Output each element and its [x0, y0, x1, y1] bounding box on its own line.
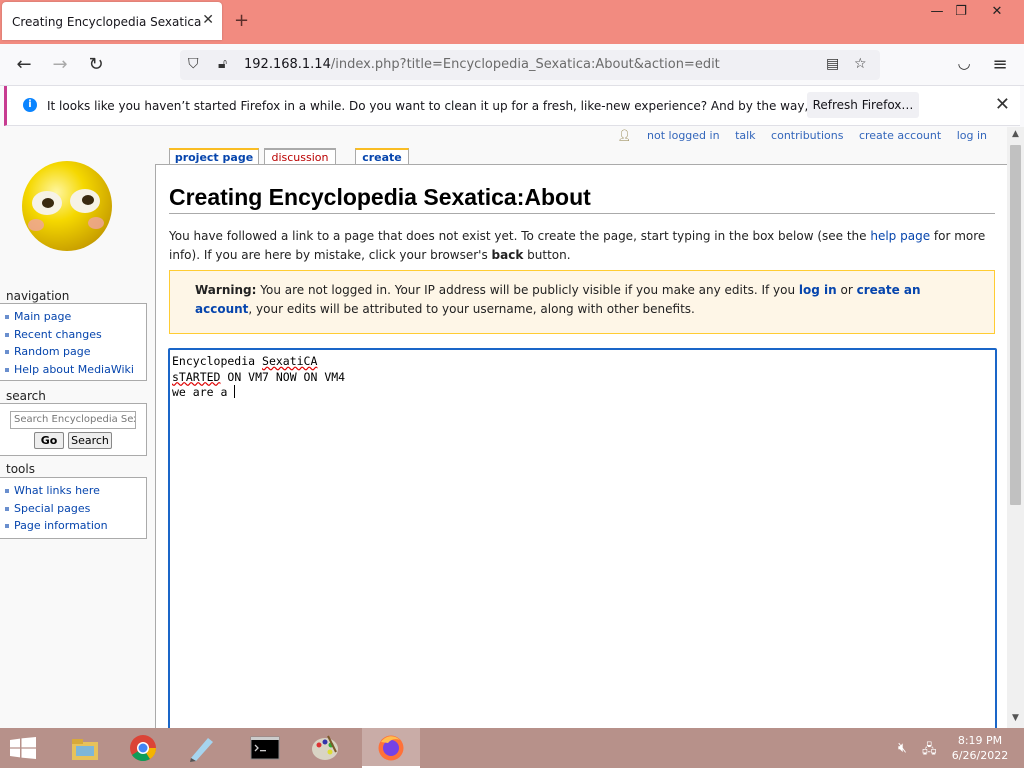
pocket-icon[interactable]: ◡: [952, 54, 976, 72]
volume-muted-icon[interactable]: 🔇︎: [898, 740, 907, 756]
log-in-link[interactable]: log in: [799, 283, 837, 297]
folder-icon: [72, 739, 98, 760]
help-page-link[interactable]: help page: [870, 229, 930, 243]
windows-logo-icon: [10, 737, 36, 759]
system-clock[interactable]: 8:19 PM 6/26/2022: [940, 733, 1020, 763]
tools-special-pages[interactable]: Special pages: [5, 500, 146, 518]
site-logo[interactable]: [22, 161, 112, 251]
firefox-refresh-notification: i It looks like you haven’t started Fire…: [4, 86, 1020, 126]
personal-log-in-link[interactable]: log in: [957, 129, 987, 142]
browser-titlebar: Creating Encyclopedia Sexatica:About ✕ +…: [0, 0, 1024, 44]
personal-talk-link[interactable]: talk: [735, 129, 755, 142]
text-caret: [234, 385, 236, 398]
windows-taskbar: 🔇︎ 🖧︎ 8:19 PM 6/26/2022: [0, 728, 1024, 768]
go-button[interactable]: Go: [34, 432, 64, 449]
wiki-page: 👤︎ not logged in talk contributions crea…: [0, 127, 1007, 728]
personal-tools: 👤︎ not logged in talk contributions crea…: [618, 129, 987, 142]
maximize-button[interactable]: ❐: [946, 4, 976, 19]
page-title: Creating Encyclopedia Sexatica:About: [169, 184, 995, 214]
clock-date: 6/26/2022: [951, 749, 1009, 762]
window-close-button[interactable]: ✕: [982, 4, 1012, 19]
notepad-icon: [190, 738, 213, 762]
personal-contributions-link[interactable]: contributions: [771, 129, 843, 142]
bookmark-star-icon[interactable]: ☆: [854, 56, 867, 72]
personal-create-account-link[interactable]: create account: [859, 129, 941, 142]
terminal-icon: [250, 736, 280, 760]
tab-project-page[interactable]: project page: [169, 148, 259, 165]
search-input[interactable]: Search Encyclopedia Sexatica: [10, 411, 136, 429]
firefox-icon: [378, 735, 404, 761]
reload-icon[interactable]: ↻: [84, 54, 108, 75]
taskbar-firefox[interactable]: [362, 728, 420, 768]
nav-help[interactable]: Help about MediaWiki: [5, 361, 146, 379]
navigation-heading: navigation: [6, 289, 70, 303]
info-icon: i: [23, 98, 37, 112]
reader-view-icon[interactable]: ▤: [826, 56, 839, 72]
chrome-icon: [130, 735, 157, 762]
close-icon[interactable]: ✕: [202, 12, 214, 28]
scroll-up-arrow-icon[interactable]: ▲: [1007, 129, 1024, 139]
paint-palette-icon: [312, 735, 338, 760]
search-button[interactable]: Search: [68, 432, 112, 449]
intro-text: You have followed a link to a page that …: [169, 229, 986, 262]
not-logged-in-warning: Warning: You are not logged in. Your IP …: [169, 270, 995, 334]
personal-not-logged-in: not logged in: [647, 129, 720, 142]
taskbar-paint[interactable]: [298, 728, 352, 768]
hamburger-menu-icon[interactable]: ≡: [988, 54, 1012, 75]
scrollbar-thumb[interactable]: [1010, 145, 1021, 505]
nav-main-page[interactable]: Main page: [5, 308, 146, 326]
new-tab-button[interactable]: +: [234, 10, 249, 31]
taskbar-command-prompt[interactable]: [238, 728, 292, 768]
taskbar-file-explorer[interactable]: [58, 728, 112, 768]
url-path: /index.php?title=Encyclopedia_Sexatica:A…: [330, 57, 720, 72]
search-heading: search: [6, 389, 46, 403]
tab-discussion[interactable]: discussion: [264, 148, 336, 165]
navigation-toolbar: ← → ↻ ⛉ 🔓︎ 192.168.1.14/index.php?title=…: [0, 44, 1024, 86]
taskbar-chrome[interactable]: [116, 728, 170, 768]
refresh-firefox-button[interactable]: Refresh Firefox…: [807, 92, 919, 118]
url-host: 192.168.1.14: [244, 57, 331, 72]
content-area: Creating Encyclopedia Sexatica:About You…: [155, 164, 1007, 728]
insecure-lock-icon[interactable]: 🔓︎: [218, 56, 227, 72]
nav-random-page[interactable]: Random page: [5, 343, 146, 361]
nav-recent-changes[interactable]: Recent changes: [5, 326, 146, 344]
tab-title: Creating Encyclopedia Sexatica:About: [12, 15, 202, 29]
active-tab[interactable]: Creating Encyclopedia Sexatica:About ✕: [2, 2, 222, 40]
tools-heading: tools: [6, 462, 35, 476]
network-icon[interactable]: 🖧︎: [922, 740, 937, 762]
tools-portlet: What links here Special pages Page infor…: [0, 477, 147, 539]
tools-what-links-here[interactable]: What links here: [5, 482, 146, 500]
clock-time: 8:19 PM: [957, 734, 1003, 747]
page-scrollbar[interactable]: ▲ ▼: [1007, 127, 1024, 728]
url-bar[interactable]: ⛉ 🔓︎ 192.168.1.14/index.php?title=Encycl…: [180, 50, 880, 80]
forward-arrow-icon[interactable]: →: [48, 54, 72, 75]
start-button[interactable]: [0, 728, 46, 768]
url-text[interactable]: 192.168.1.14/index.php?title=Encyclopedi…: [244, 57, 720, 72]
close-icon[interactable]: ✕: [995, 94, 1010, 115]
logo-left-eye: [32, 191, 62, 215]
tools-page-information[interactable]: Page information: [5, 517, 146, 535]
editor-content: Encyclopedia SexatiCA sTARTED ON VM7 NOW…: [172, 354, 346, 399]
user-icon: 👤︎: [617, 129, 632, 142]
notification-text: It looks like you haven’t started Firefo…: [47, 99, 903, 113]
shield-icon[interactable]: ⛉: [188, 56, 199, 72]
scroll-down-arrow-icon[interactable]: ▼: [1007, 713, 1024, 723]
logo-right-eye: [70, 189, 100, 213]
edit-textarea[interactable]: Encyclopedia SexatiCA sTARTED ON VM7 NOW…: [168, 348, 997, 728]
back-arrow-icon[interactable]: ←: [12, 54, 36, 75]
navigation-portlet: Main page Recent changes Random page Hel…: [0, 303, 147, 381]
taskbar-notepad[interactable]: [174, 728, 228, 768]
